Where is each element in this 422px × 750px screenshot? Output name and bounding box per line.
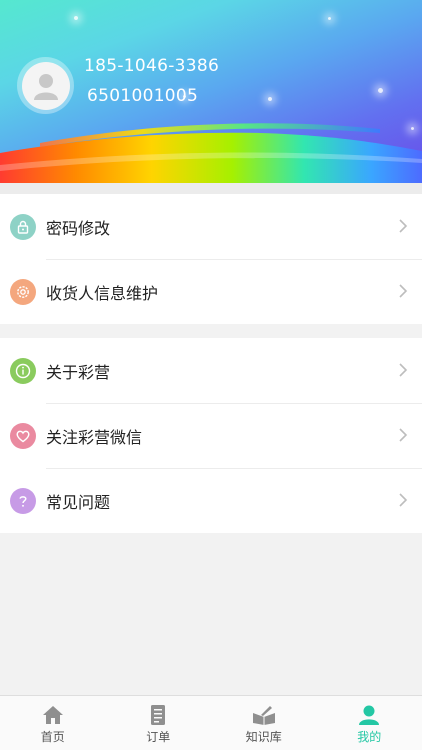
chevron-right-icon [399,363,408,377]
bottom-tab-bar: 首页 订单 知识库 我的 [0,695,422,750]
menu-item-follow-wechat[interactable]: 关注彩营微信 [0,403,422,468]
tab-orders[interactable]: 订单 [106,696,212,750]
chevron-right-icon [399,428,408,442]
menu-item-label: 关注彩营微信 [46,427,143,447]
chevron-right-icon [399,493,408,507]
menu-item-change-password[interactable]: 密码修改 [0,194,422,259]
sparkle [378,88,383,93]
chevron-right-icon [399,284,408,298]
tab-label: 首页 [40,730,65,744]
tab-mine[interactable]: 我的 [317,696,422,750]
settings-group: 密码修改 收货人信息维护 [0,194,422,324]
menu-item-label: 关于彩营 [46,362,111,382]
tab-label: 订单 [146,730,171,744]
home-icon [42,706,63,724]
menu-item-about[interactable]: 关于彩营 [0,338,422,403]
tab-home[interactable]: 首页 [0,696,106,750]
lock-icon [10,213,36,240]
person-icon [359,705,380,725]
gear-icon [10,278,36,305]
rainbow-wave [0,123,422,183]
profile-header: 185-1046-3386 6501001005 [0,0,422,183]
menu-item-label: 密码修改 [46,218,111,238]
section-divider [0,183,422,194]
menu-item-consignee-info[interactable]: 收货人信息维护 [0,259,422,324]
question-icon [10,487,36,514]
tab-knowledge-base[interactable]: 知识库 [211,696,317,750]
account-number: 6501001005 [87,86,199,106]
avatar[interactable] [17,57,74,114]
about-group: 关于彩营 关注彩营微信 常见问题 [0,338,422,533]
menu-item-label: 常见问题 [46,492,111,512]
sparkle [328,17,331,20]
sparkle [268,97,272,101]
document-icon [151,705,166,725]
heart-icon [10,422,36,449]
person-icon [33,73,58,100]
tab-label: 我的 [357,730,382,744]
phone-number: 185-1046-3386 [84,56,220,76]
info-icon [10,357,36,384]
menu-item-label: 收货人信息维护 [46,283,159,303]
sparkle [74,16,78,20]
menu-item-faq[interactable]: 常见问题 [0,468,422,533]
book-icon [252,706,275,725]
tab-label: 知识库 [245,730,282,744]
chevron-right-icon [399,219,408,233]
